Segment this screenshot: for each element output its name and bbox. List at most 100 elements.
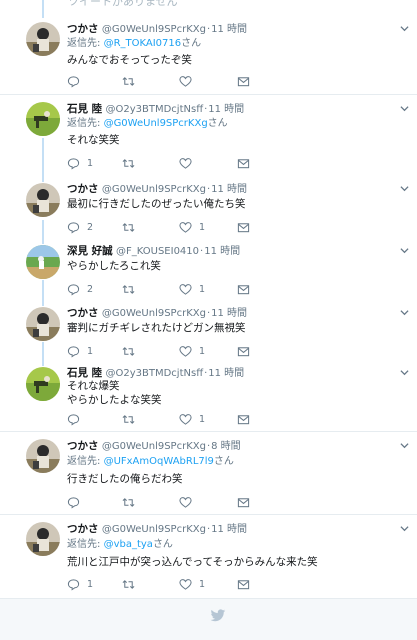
timestamp[interactable]: 11 時間 — [211, 184, 247, 195]
screen-name[interactable]: @G0WeUnl9SPcrKXg — [102, 184, 206, 195]
reply-button[interactable]: 2 — [67, 220, 93, 234]
tweet[interactable]: つかさ @G0WeUnl9SPcrKXg·11 時間 返信先: @vba_tya… — [0, 516, 417, 598]
avatar[interactable] — [26, 522, 60, 556]
reply-mention-link[interactable]: @vba_tya — [104, 539, 153, 550]
reply-button[interactable] — [67, 412, 87, 426]
reply-prefix: 返信先: — [67, 456, 104, 467]
reply-button[interactable] — [67, 495, 87, 509]
screen-name[interactable]: @G0WeUnl9SPcrKXg — [102, 524, 206, 535]
reply-button[interactable]: 1 — [67, 344, 93, 358]
avatar[interactable] — [26, 307, 60, 341]
like-button[interactable]: 1 — [179, 412, 205, 426]
avatar[interactable] — [26, 367, 60, 401]
reply-context: 返信先: @vba_tyaさん — [67, 538, 173, 552]
screen-name[interactable]: @F_KOUSEI0410 — [116, 246, 199, 257]
tweet[interactable]: つかさ @G0WeUnl9SPcrKXg·11 時間 返信先: @R_TOKAI… — [0, 12, 417, 95]
retweet-button[interactable] — [122, 577, 142, 591]
tweet[interactable]: つかさ @G0WeUnl9SPcrKXg·11 時間 最初に行きだしたのぜったい… — [0, 180, 417, 242]
retweet-button[interactable] — [122, 282, 142, 296]
timestamp[interactable]: 11 時間 — [211, 308, 247, 319]
display-name[interactable]: つかさ — [67, 23, 99, 35]
display-name[interactable]: 深見 好誠 — [67, 245, 113, 257]
tweet[interactable]: 深見 好誠 @F_KOUSEI0410·11 時間 やらかしたろこれ笑 2 1 — [0, 242, 417, 304]
avatar[interactable] — [26, 183, 60, 217]
direct-message-button[interactable] — [237, 495, 250, 509]
direct-message-button[interactable] — [237, 344, 250, 358]
chevron-down-icon[interactable] — [400, 24, 409, 33]
direct-message-button[interactable] — [237, 220, 250, 234]
like-button[interactable] — [179, 495, 199, 509]
screen-name[interactable]: @G0WeUnl9SPcrKXg — [102, 24, 206, 35]
timestamp[interactable]: 8 時間 — [211, 441, 241, 452]
chevron-down-icon[interactable] — [400, 184, 409, 193]
like-button[interactable]: 1 — [179, 344, 205, 358]
tweet[interactable]: 石見 陸 @O2y3BTMDcjtNsff·11 時間 それな爆笑 やらかしたよ… — [0, 364, 417, 432]
screen-name[interactable]: @O2y3BTMDcjtNsff — [106, 368, 204, 379]
reply-icon — [67, 413, 80, 426]
envelope-icon — [237, 157, 250, 170]
timestamp[interactable]: 11 時間 — [204, 246, 240, 257]
like-button[interactable]: 1 — [179, 577, 205, 591]
display-name[interactable]: つかさ — [67, 523, 99, 535]
retweet-button[interactable] — [122, 156, 142, 170]
tweet[interactable]: つかさ @G0WeUnl9SPcrKXg·8 時間 返信先: @UFxAmOqW… — [0, 433, 417, 515]
retweet-button[interactable] — [122, 74, 142, 88]
screen-name[interactable]: @O2y3BTMDcjtNsff — [106, 104, 204, 115]
reply-icon — [67, 578, 80, 591]
direct-message-button[interactable] — [237, 282, 250, 296]
avatar[interactable] — [26, 245, 60, 279]
retweet-button[interactable] — [122, 344, 142, 358]
chevron-down-icon[interactable] — [400, 104, 409, 113]
direct-message-button[interactable] — [237, 156, 250, 170]
retweet-icon — [122, 578, 135, 591]
chevron-down-icon[interactable] — [400, 524, 409, 533]
timestamp[interactable]: 11 時間 — [211, 524, 247, 535]
display-name[interactable]: つかさ — [67, 440, 99, 452]
avatar[interactable] — [26, 102, 60, 136]
timestamp[interactable]: 11 時間 — [211, 24, 247, 35]
avatar[interactable] — [26, 439, 60, 473]
reply-icon — [67, 496, 80, 509]
timestamp[interactable]: 11 時間 — [208, 104, 244, 115]
retweet-button[interactable] — [122, 220, 142, 234]
chevron-down-icon[interactable] — [400, 308, 409, 317]
timestamp[interactable]: 11 時間 — [208, 368, 244, 379]
reply-mention-link[interactable]: @G0WeUnl9SPcrKXg — [104, 118, 208, 129]
reply-button[interactable] — [67, 74, 87, 88]
tweet-actions — [67, 495, 257, 509]
avatar[interactable] — [26, 22, 60, 56]
reply-mention-link[interactable]: @UFxAmOqWAbRL7l9 — [104, 456, 214, 467]
direct-message-button[interactable] — [237, 74, 250, 88]
screen-name[interactable]: @G0WeUnl9SPcrKXg — [102, 441, 206, 452]
tweet-actions — [67, 74, 257, 88]
reply-button[interactable]: 2 — [67, 282, 93, 296]
tweet-text: 審判にガチギレされたけどガン無視笑 — [67, 322, 246, 334]
retweet-button[interactable] — [122, 412, 142, 426]
like-button[interactable]: 1 — [179, 220, 205, 234]
chevron-down-icon[interactable] — [400, 246, 409, 255]
chevron-down-icon[interactable] — [400, 368, 409, 377]
reply-button[interactable]: 1 — [67, 577, 93, 591]
direct-message-button[interactable] — [237, 577, 250, 591]
retweet-button[interactable] — [122, 495, 142, 509]
tweet-actions: 2 1 — [67, 282, 257, 296]
display-name[interactable]: つかさ — [67, 183, 99, 195]
screen-name[interactable]: @G0WeUnl9SPcrKXg — [102, 308, 206, 319]
like-count: 1 — [199, 221, 206, 233]
like-count: 1 — [199, 345, 206, 357]
display-name[interactable]: 石見 陸 — [67, 103, 102, 115]
tweet[interactable]: つかさ @G0WeUnl9SPcrKXg·11 時間 審判にガチギレされたけどガ… — [0, 304, 417, 364]
reply-context: 返信先: @G0WeUnl9SPcrKXgさん — [67, 117, 228, 131]
reply-icon — [67, 221, 80, 234]
envelope-icon — [237, 496, 250, 509]
like-button[interactable]: 1 — [179, 282, 205, 296]
reply-button[interactable]: 1 — [67, 156, 93, 170]
like-button[interactable] — [179, 74, 199, 88]
reply-mention-link[interactable]: @R_TOKAI0716 — [104, 38, 182, 49]
display-name[interactable]: つかさ — [67, 307, 99, 319]
chevron-down-icon[interactable] — [400, 441, 409, 450]
like-button[interactable] — [179, 156, 199, 170]
direct-message-button[interactable] — [237, 412, 250, 426]
tweet[interactable]: 石見 陸 @O2y3BTMDcjtNsff·11 時間 返信先: @G0WeUn… — [0, 96, 417, 180]
tweet-text: 最初に行きだしたのぜったい俺たち笑 — [67, 198, 246, 210]
